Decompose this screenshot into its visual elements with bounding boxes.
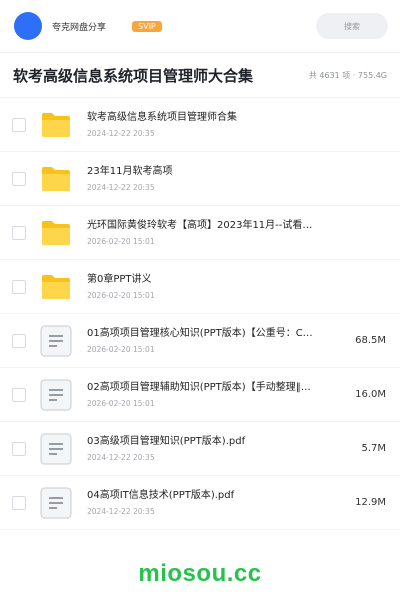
- select-checkbox[interactable]: [12, 117, 26, 132]
- file-name: 光环国际黄俊玲软考【高项】2023年11月--试看…: [87, 220, 313, 231]
- file-name: 03高级项目管理知识(PPT版本).pdf: [87, 436, 246, 447]
- file-date: 2024-12-22 20:35: [87, 507, 155, 516]
- file-name: 04高项IT信息技术(PPT版本).pdf: [87, 490, 235, 501]
- document-icon: [39, 486, 73, 520]
- document-icon: [39, 324, 73, 358]
- top-bar: 夸克网盘分享 SVIP 搜索: [0, 0, 400, 52]
- footer: miosou.cc: [0, 548, 400, 600]
- select-checkbox[interactable]: [12, 171, 26, 186]
- folder-meta: 共 4631 项 · 755.4G: [308, 70, 387, 80]
- file-info: 软考高级信息系统项目管理师合集 2024-12-22 20:35: [87, 111, 334, 138]
- file-date: 2024-12-22 20:35: [87, 453, 155, 462]
- file-info: 03高级项目管理知识(PPT版本).pdf 2024-12-22 20:35: [87, 435, 334, 462]
- document-icon: [39, 432, 73, 466]
- file-row[interactable]: 23年11月软考高项 2024-12-22 20:35: [0, 152, 400, 206]
- file-row[interactable]: 01高项项目管理核心知识(PPT版本)【公重号：C… 2026-02-20 15:…: [0, 314, 400, 368]
- file-name: 第0章PPT讲义: [87, 274, 152, 285]
- file-name: 23年11月软考高项: [87, 166, 173, 177]
- folder-icon: [39, 108, 73, 142]
- select-checkbox[interactable]: [12, 333, 26, 348]
- file-name: 软考高级信息系统项目管理师合集: [87, 112, 237, 123]
- select-checkbox[interactable]: [12, 495, 26, 510]
- file-size: 68.5M: [355, 335, 386, 346]
- site-name: 夸克网盘分享: [52, 22, 107, 33]
- brand-watermark: miosou.cc: [138, 560, 262, 587]
- file-list: 软考高级信息系统项目管理师合集 2024-12-22 20:35 23年11月软考高…: [0, 98, 400, 530]
- select-checkbox[interactable]: [12, 225, 26, 240]
- file-name: 02高项项目管理辅助知识(PPT版本)【手动整理‖…: [87, 382, 311, 393]
- document-icon: [39, 378, 73, 412]
- share-page: 夸克网盘分享 SVIP 搜索 软考高级信息系统项目管理师大合集 共 4631 项…: [0, 0, 400, 600]
- select-checkbox[interactable]: [12, 279, 26, 294]
- select-checkbox[interactable]: [12, 387, 26, 402]
- search-placeholder: 搜索: [344, 21, 360, 31]
- file-info: 04高项IT信息技术(PPT版本).pdf 2024-12-22 20:35: [87, 489, 334, 516]
- file-row[interactable]: 第0章PPT讲义 2026-02-20 15:01: [0, 260, 400, 314]
- file-date: 2026-02-20 15:01: [87, 345, 155, 354]
- file-size: 16.0M: [355, 389, 386, 400]
- file-name: 01高项项目管理核心知识(PPT版本)【公重号：C…: [87, 328, 313, 339]
- file-info: 第0章PPT讲义 2026-02-20 15:01: [87, 273, 334, 300]
- file-row[interactable]: 04高项IT信息技术(PPT版本).pdf 2024-12-22 20:35 12.…: [0, 476, 400, 530]
- file-info: 23年11月软考高项 2024-12-22 20:35: [87, 165, 334, 192]
- file-row[interactable]: 软考高级信息系统项目管理师合集 2024-12-22 20:35: [0, 98, 400, 152]
- folder-icon: [39, 270, 73, 304]
- file-date: 2026-02-20 15:01: [87, 291, 155, 300]
- folder-icon: [39, 162, 73, 196]
- file-date: 2024-12-22 20:35: [87, 183, 155, 192]
- file-row[interactable]: 光环国际黄俊玲软考【高项】2023年11月--试看… 2026-02-20 15:…: [0, 206, 400, 260]
- folder-icon: [39, 216, 73, 250]
- file-info: 02高项项目管理辅助知识(PPT版本)【手动整理‖… 2026-02-20 15:…: [87, 381, 334, 408]
- file-date: 2026-02-20 15:01: [87, 237, 155, 246]
- file-row[interactable]: 02高项项目管理辅助知识(PPT版本)【手动整理‖… 2026-02-20 15:…: [0, 368, 400, 422]
- select-checkbox[interactable]: [12, 441, 26, 456]
- search-input[interactable]: 搜索: [316, 13, 388, 39]
- file-info: 光环国际黄俊玲软考【高项】2023年11月--试看… 2026-02-20 15:…: [87, 219, 334, 246]
- file-size: 12.9M: [355, 497, 386, 508]
- file-date: 2024-12-22 20:35: [87, 129, 155, 138]
- svip-badge: SVIP: [132, 20, 162, 32]
- file-info: 01高项项目管理核心知识(PPT版本)【公重号：C… 2026-02-20 15:…: [87, 327, 334, 354]
- file-row[interactable]: 03高级项目管理知识(PPT版本).pdf 2024-12-22 20:35 5.7…: [0, 422, 400, 476]
- file-size: 5.7M: [361, 443, 386, 454]
- file-date: 2026-02-20 15:01: [87, 399, 155, 408]
- avatar[interactable]: [14, 12, 42, 40]
- folder-header: 软考高级信息系统项目管理师大合集 共 4631 项 · 755.4G: [0, 52, 400, 98]
- page-title: 软考高级信息系统项目管理师大合集: [13, 66, 254, 85]
